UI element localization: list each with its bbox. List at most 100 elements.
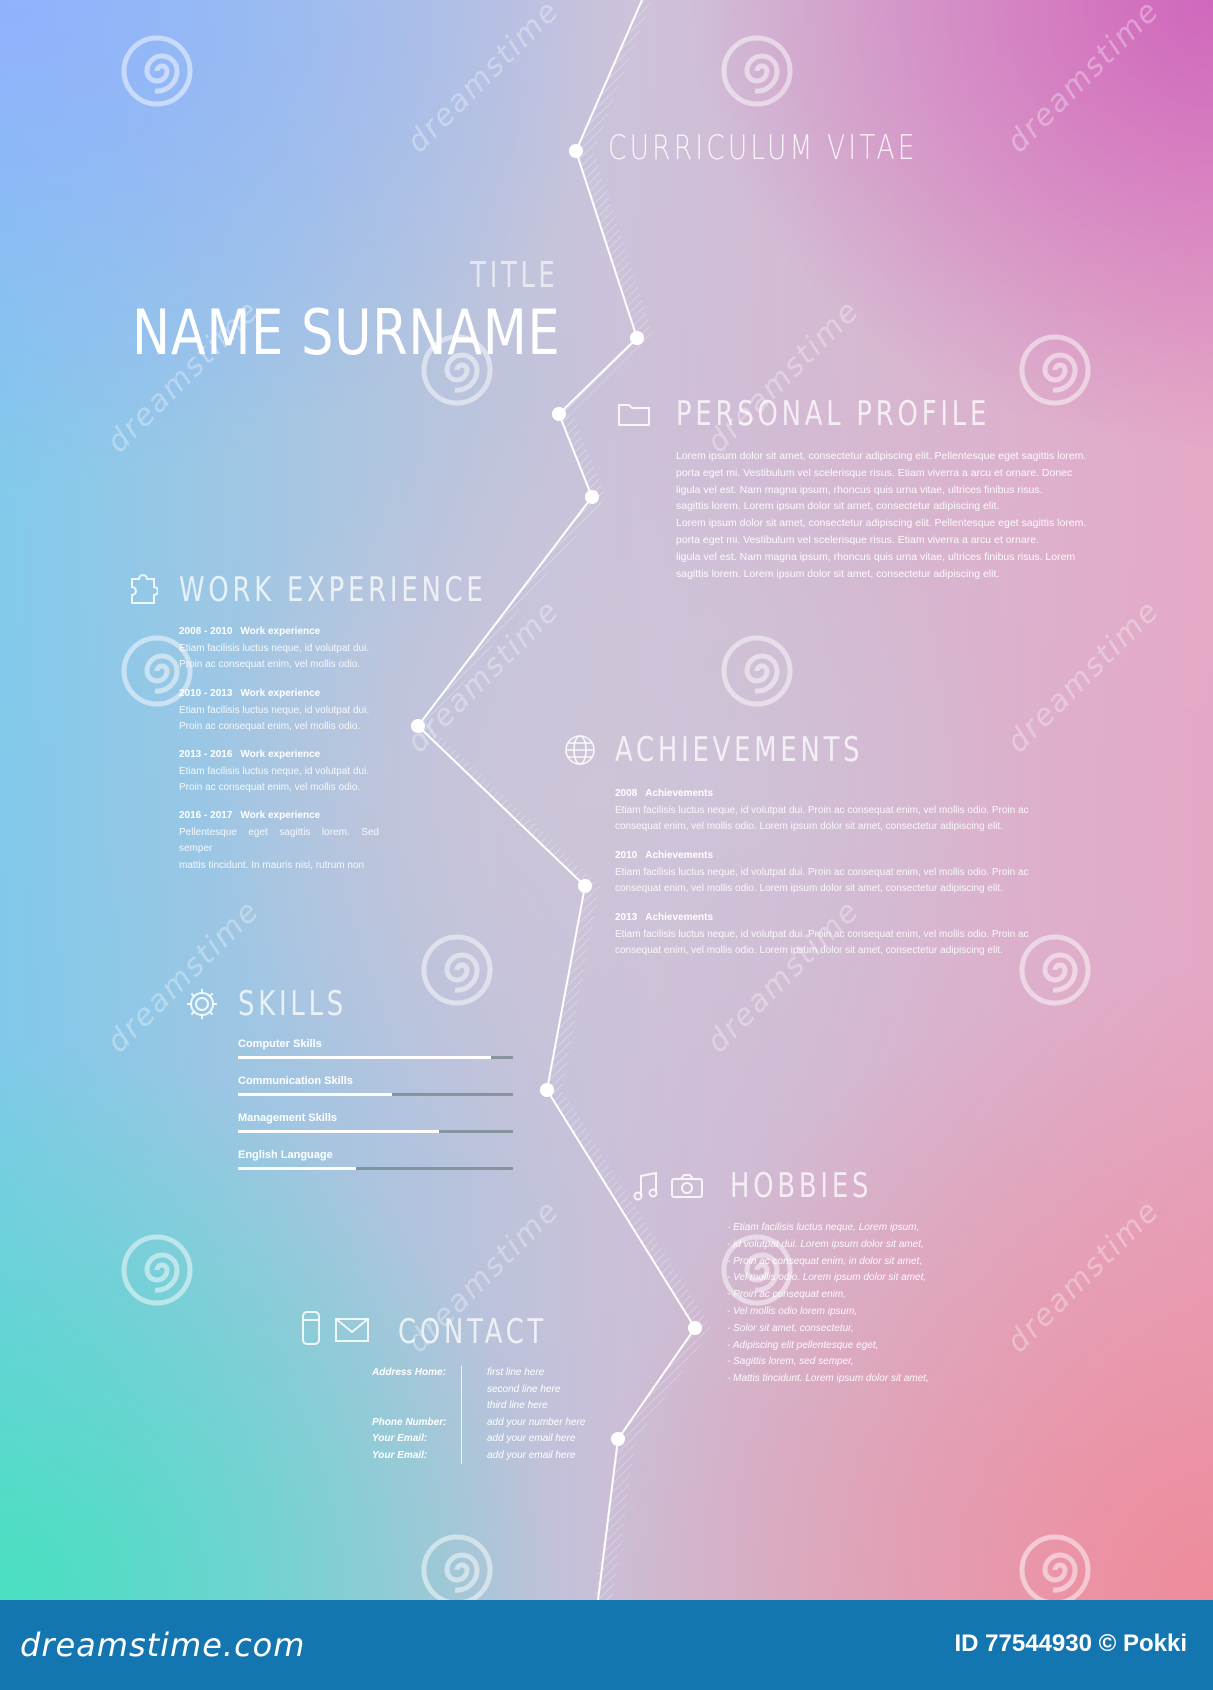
achievement-label: Achievements [645,788,714,799]
work-entry: 2010 - 2013 Work experience Etiam facilis… [179,686,379,736]
work-label: Work experience [240,810,321,821]
skills-heading: SKILLS [238,984,347,1024]
achievement-line: consequat enim, vel mollis odio. Lorem i… [615,821,1003,832]
footer-brand[interactable]: dreamstime.com [20,1626,305,1664]
contact-value: add your email here [487,1433,576,1444]
timeline-node [611,1432,625,1446]
achievement-year: 2013 [615,912,638,923]
hobby-item: - Etiam facilisis luctus neque, Lorem ip… [727,1222,920,1233]
achievement-year: 2008 [615,788,638,799]
contact-key: Your Email: [372,1433,428,1444]
work-years: 2008 - 2010 [179,626,233,637]
hobbies-list: - Etiam facilisis luctus neque, Lorem ip… [727,1220,929,1388]
person-title: TITLE [469,255,558,296]
achievement-line: consequat enim, vel mollis odio. Lorem i… [615,945,1003,956]
achievement-entry: 2013 Achievements Etiam facilisis luctus … [615,910,1065,960]
skill-label: English Language [238,1149,333,1161]
skill-bar-fill [238,1167,357,1170]
work-line: Etiam facilisis luctus neque, id volutpa… [179,765,370,777]
personal-profile-text: Lorem ipsum dolor sit amet, consectetur … [676,448,1086,582]
hobby-item: - Mattis tincidunt. Lorem ipsum dolor si… [727,1373,929,1385]
profile-line: sagittis lorem. Lorem ipsum dolor sit am… [676,567,1000,580]
skill-item: English Language [238,1149,513,1170]
skill-bar-fill [238,1056,491,1059]
work-line: Proin ac consequat enim, vel mollis odio… [179,659,361,670]
skill-label: Communication Skills [238,1075,353,1087]
hobby-item: - Vel mollis odio lorem ipsum, [727,1305,858,1317]
skill-bar-track [238,1130,513,1133]
folder-icon [617,400,651,428]
profile-line: ligula vel est. Nam magna ipsum, rhoncus… [676,550,1076,563]
globe-icon [564,734,596,766]
skill-item: Communication Skills [238,1075,513,1096]
contact-heading: CONTACT [398,1312,548,1352]
person-name: NAME SURNAME [131,296,560,369]
work-entry: 2016 - 2017 Work experience Pellentesque … [179,808,379,874]
skill-label: Management Skills [238,1112,338,1124]
footer-image-id: ID 77544930 © Pokki [954,1630,1188,1657]
timeline-node [411,719,425,733]
skill-bar-track [238,1167,513,1170]
contact-value: first line here [487,1367,545,1378]
profile-line: ligula vel est. Nam magna ipsum, rhoncus… [676,483,1043,496]
contact-key: Address Home: [372,1367,446,1378]
contact-divider [461,1366,462,1464]
profile-line: Lorem ipsum dolor sit amet, consectetur … [676,450,1087,462]
achievement-entry: 2008 Achievements Etiam facilisis luctus … [615,786,1065,836]
hobby-item: - Adipiscing elit pellentesque eget, [727,1339,879,1351]
skill-bar-track [238,1093,513,1096]
footer-bar: dreamstime.com ID 77544930 © Pokki [0,1600,1213,1690]
work-line: Proin ac consequat enim, vel mollis odio… [179,721,361,732]
achievements-heading: ACHIEVEMENTS [615,730,864,770]
contact-key: Your Email: [372,1449,428,1461]
work-line: Proin ac consequat enim, vel mollis odio… [179,782,361,793]
work-entry: 2013 - 2016 Work experience Etiam facilis… [179,747,379,797]
achievement-line: Etiam facilisis luctus neque, id volutpa… [615,928,1029,940]
work-label: Work experience [240,749,321,760]
profile-line: porta eget mi. Vestibulum vel scelerisqu… [676,533,1039,546]
achievement-entry: 2010 Achievements Etiam facilisis luctus … [615,848,1065,898]
achievement-year: 2010 [615,850,638,861]
hobby-item: - Proin ac consequat enim, in dolor sit … [727,1255,923,1267]
achievement-label: Achievements [645,912,714,923]
work-experience-heading: WORK EXPERIENCE [179,570,487,610]
achievement-label: Achievements [645,850,714,861]
skill-bar-fill [238,1093,392,1096]
achievement-line: Etiam facilisis luctus neque, id volutpa… [615,804,1029,816]
music-note-icon [632,1170,660,1202]
hobby-item: - Sagittis lorem, sed semper, [727,1356,854,1368]
work-line: Etiam facilisis luctus neque, id volutpa… [179,704,370,716]
timeline-node [585,490,599,504]
skill-label: Computer Skills [238,1038,322,1050]
personal-profile-heading: PERSONAL PROFILE [676,394,991,434]
hobbies-heading: HOBBIES [730,1166,873,1206]
skill-item: Computer Skills [238,1038,513,1059]
skill-item: Management Skills [238,1112,513,1133]
camera-icon [670,1172,704,1200]
contact-keys: Address Home: Phone Number: Your Email: … [372,1365,446,1464]
work-line: mattis tincidunt. In mauris nisl, rutrum… [179,859,365,871]
achievement-line: consequat enim, vel mollis odio. Lorem i… [615,883,1003,894]
contact-key [372,1382,446,1399]
gear-icon [184,986,220,1022]
work-years: 2016 - 2017 [179,810,233,821]
contact-value: add your email here [487,1449,576,1461]
contact-values: first line here second line here third l… [487,1365,585,1464]
phone-icon [300,1310,322,1346]
profile-line: sagittis lorem. Lorem ipsum dolor sit am… [676,500,1000,513]
curriculum-vitae-heading: CURRICULUM VITAE [608,128,918,168]
hobby-item: - id volutpat dui. Lorem ipsum dolor sit… [727,1238,924,1250]
timeline-node [569,144,583,158]
work-years: 2013 - 2016 [179,749,233,760]
timeline-node [552,407,566,421]
hobby-item: - Solor sit amet, consectetur, [727,1322,854,1334]
profile-line: Lorem ipsum dolor sit amet, consectetur … [676,517,1087,530]
work-years: 2010 - 2013 [179,688,233,699]
timeline-node [578,879,592,893]
envelope-icon [334,1317,370,1343]
contact-value: third line here [487,1400,548,1411]
contact-key [372,1398,446,1415]
contact-value: second line here [487,1383,561,1395]
skill-bar-fill [238,1130,439,1133]
achievement-line: Etiam facilisis luctus neque, id volutpa… [615,866,1029,878]
